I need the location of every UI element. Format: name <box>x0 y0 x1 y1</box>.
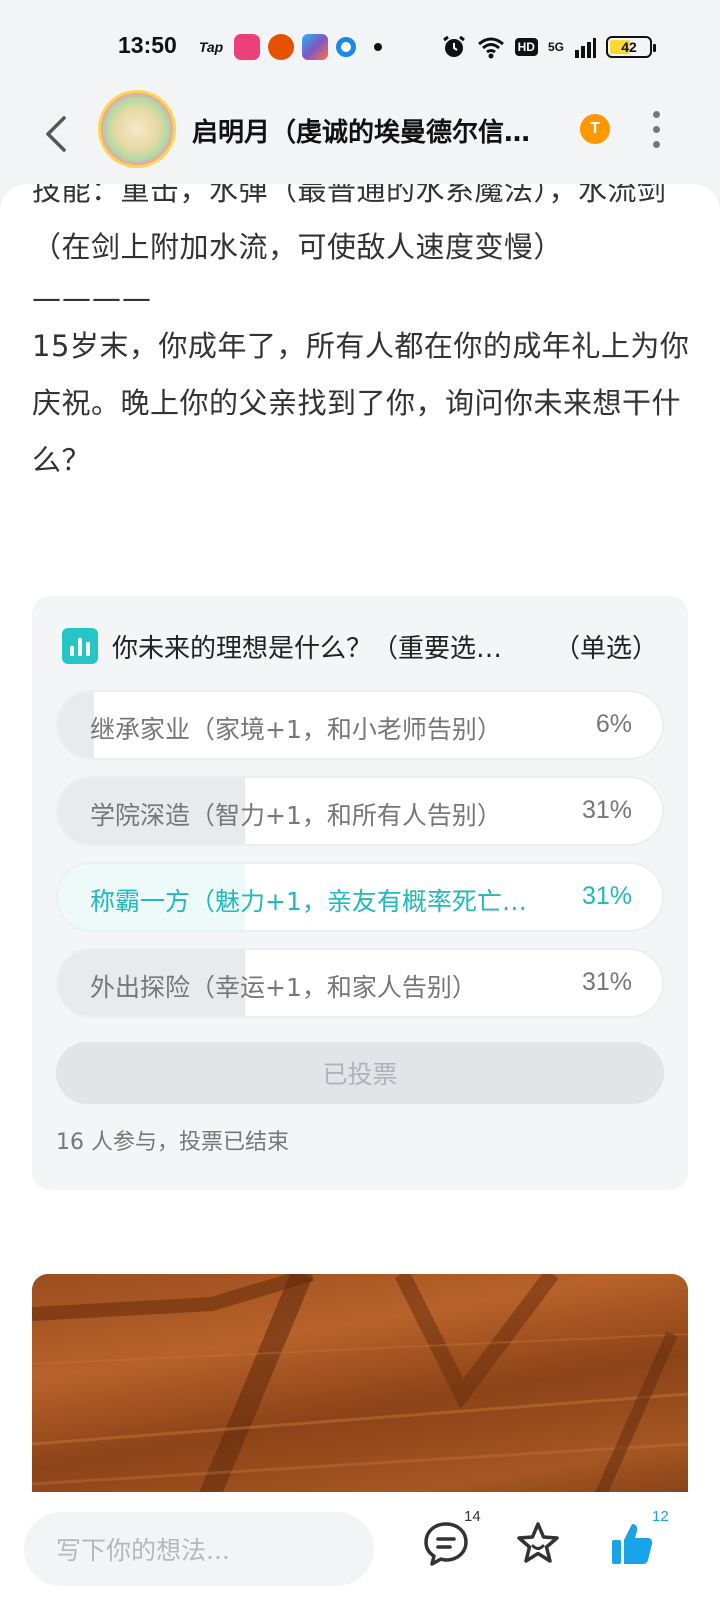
post-image[interactable] <box>32 1274 688 1494</box>
chevron-left-icon <box>46 116 66 152</box>
like-count: 12 <box>652 1508 669 1525</box>
battery-icon: 42 <box>606 36 656 58</box>
more-notifications-dot-icon <box>374 43 382 51</box>
poll-option-percent: 6% <box>595 710 632 738</box>
favorite-star-icon[interactable] <box>514 1520 562 1568</box>
wooden-ceiling-image <box>32 1274 688 1494</box>
poll-option[interactable]: 外出探险（幸运+1，和家人告别） 31% <box>56 948 664 1018</box>
author-name[interactable]: 启明月（虔诚的埃曼德尔信… <box>192 112 552 149</box>
poll-option-percent: 31% <box>581 882 632 910</box>
status-time: 13:50 <box>118 32 177 58</box>
poll-option-label: 学院深造（智力+1，和所有人告别） <box>90 801 502 830</box>
more-dot-icon <box>652 125 660 133</box>
pink-app-icon <box>234 34 260 60</box>
signal-icon <box>575 38 596 58</box>
status-bar: 13:50 Tap HD 5G 42 <box>0 0 720 96</box>
system-icons: HD 5G 42 <box>441 34 656 60</box>
wifi-icon <box>477 37 504 59</box>
poll-option-label: 继承家业（家境+1，和小老师告别） <box>90 715 502 744</box>
poll-option[interactable]: 学院深造（智力+1，和所有人告别） 31% <box>56 776 664 846</box>
shortcut-app-icon <box>302 34 328 60</box>
more-dot-icon <box>652 110 660 118</box>
back-button[interactable] <box>36 110 76 158</box>
poll-type: （单选） <box>553 634 658 664</box>
more-options-button[interactable] <box>644 106 668 152</box>
author-level-badge: T <box>580 114 610 144</box>
post-content: 技能：重击，水弹（最普通的水系魔法），水流剑（在剑上附加水流，可使敌人速度变慢）… <box>0 184 720 1494</box>
poll-option-percent: 31% <box>581 796 632 824</box>
like-thumbs-up-icon[interactable] <box>608 1520 656 1568</box>
comment-icon[interactable] <box>422 1520 470 1568</box>
alarm-icon <box>442 35 465 57</box>
notification-icons: Tap <box>196 34 382 60</box>
comment-count: 14 <box>464 1508 481 1525</box>
tap-app-icon: Tap <box>198 39 224 55</box>
bar-chart-icon <box>62 628 98 664</box>
comment-input[interactable]: 写下你的想法... <box>24 1512 374 1586</box>
network-type: 5G <box>547 40 564 54</box>
poll-option[interactable]: 继承家业（家境+1，和小老师告别） 6% <box>56 690 664 760</box>
poll-option[interactable]: 称霸一方（魅力+1，亲友有概率死亡… 31% <box>56 862 664 932</box>
battery-level: 42 <box>621 39 637 55</box>
poll-card: 你未来的理想是什么？（重要选… （单选） 继承家业（家境+1，和小老师告别） 6… <box>32 596 688 1190</box>
post-divider: ———— <box>32 281 152 315</box>
poll-option-label: 外出探险（幸运+1，和家人告别） <box>90 973 477 1002</box>
blue-circle-app-icon <box>336 37 356 57</box>
poll-option-fill <box>58 692 95 758</box>
poll-option-percent: 31% <box>581 968 632 996</box>
more-dot-icon <box>652 140 660 148</box>
post-story-text: 15岁末，你成年了，所有人都在你的成年礼上为你庆祝。晚上你的父亲找到了你，询问你… <box>32 329 690 477</box>
hd-badge: HD <box>514 38 538 56</box>
poll-footer: 16 人参与，投票已结束 <box>56 1130 289 1155</box>
post-header: 启明月（虔诚的埃曼德尔信… T <box>0 84 720 184</box>
poll-option-label: 称霸一方（魅力+1，亲友有概率死亡… <box>90 887 527 916</box>
bottom-action-bar: 写下你的想法... 14 12 <box>0 1492 720 1608</box>
poll-title[interactable]: 你未来的理想是什么？（重要选… <box>112 628 532 665</box>
red-app-icon <box>268 34 294 60</box>
author-avatar[interactable] <box>98 90 176 168</box>
voted-button[interactable]: 已投票 <box>56 1042 664 1104</box>
post-skills-text: 技能：重击，水弹（最普通的水系魔法），水流剑（在剑上附加水流，可使敌人速度变慢） <box>32 184 667 264</box>
